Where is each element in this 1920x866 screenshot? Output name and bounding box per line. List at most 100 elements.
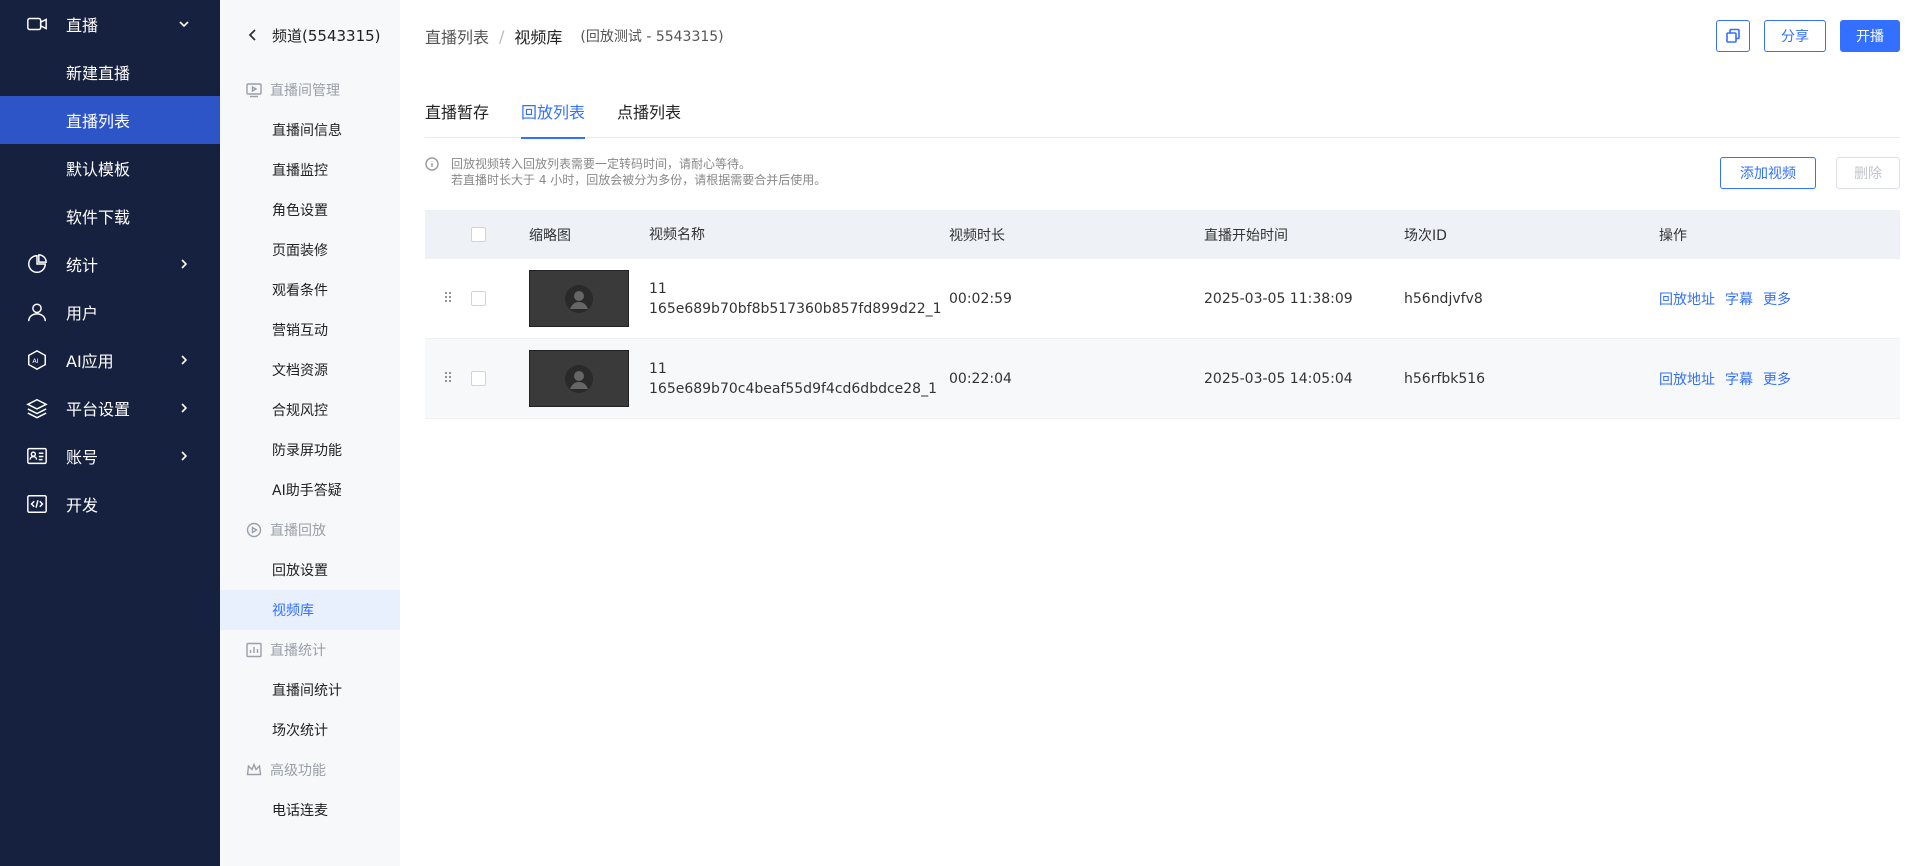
layers-icon xyxy=(26,397,48,419)
row-checkbox-cell xyxy=(471,371,529,386)
subnav-item-anti-record[interactable]: 防录屏功能 xyxy=(220,430,400,470)
nav-item-label: 账号 xyxy=(66,448,99,467)
copy-button[interactable] xyxy=(1716,20,1750,52)
bar-chart-icon xyxy=(246,642,262,658)
subnav-item-marketing[interactable]: 营销互动 xyxy=(220,310,400,350)
chevron-left-icon xyxy=(246,28,260,42)
top-actions: 分享 开播 xyxy=(1716,20,1900,52)
subnav-item-documents[interactable]: 文档资源 xyxy=(220,350,400,390)
row-checkbox[interactable] xyxy=(471,291,486,306)
nav-item-live-list[interactable]: 直播列表 xyxy=(0,96,220,144)
nav-item-label: 用户 xyxy=(66,304,99,323)
subnav-group-stats: 直播统计 xyxy=(220,630,400,670)
subnav-item-room-info[interactable]: 直播间信息 xyxy=(220,110,400,150)
breadcrumb: 直播列表 / 视频库 (回放测试 - 5543315) xyxy=(425,24,724,48)
drag-handle[interactable] xyxy=(425,370,471,388)
tab-replay-list[interactable]: 回放列表 xyxy=(521,84,586,139)
subnav-item-video-library[interactable]: 视频库 xyxy=(220,590,400,630)
subnav-item-replay-settings[interactable]: 回放设置 xyxy=(220,550,400,590)
select-all-checkbox[interactable] xyxy=(471,227,486,242)
nav-item-new-live[interactable]: 新建直播 xyxy=(0,48,220,96)
video-thumbnail[interactable] xyxy=(529,350,629,407)
subnav-group-advanced: 高级功能 xyxy=(220,750,400,790)
subtitle-link[interactable]: 字幕 xyxy=(1725,369,1753,389)
nav-item-account[interactable]: 账号 xyxy=(0,432,220,480)
header-thumbnail: 缩略图 xyxy=(529,227,571,244)
chevron-right-icon xyxy=(176,448,192,464)
nav-item-label: 开发 xyxy=(66,496,99,515)
group-title-label: 高级功能 xyxy=(270,763,326,779)
video-name-line-1: 11 xyxy=(649,360,667,377)
subnav-group-room-management: 直播间管理 xyxy=(220,70,400,110)
nav-item-stats[interactable]: 统计 xyxy=(0,240,220,288)
thumbnail-cell xyxy=(529,270,649,327)
video-name-line-1: 11 xyxy=(649,280,667,297)
nav-item-live[interactable]: 直播 xyxy=(0,0,220,48)
session-id-cell: h56ndjvfv8 xyxy=(1404,290,1483,307)
replay-url-link[interactable]: 回放地址 xyxy=(1659,369,1715,389)
video-name-cell: 11 165e689b70bf8b517360b857fd899d22_1 xyxy=(649,279,949,319)
more-link[interactable]: 更多 xyxy=(1763,289,1791,309)
video-name-cell: 11 165e689b70c4beaf55d9f4cd6dbdce28_1 xyxy=(649,359,949,399)
drag-handle-icon xyxy=(443,290,453,308)
start-live-button[interactable]: 开播 xyxy=(1840,20,1900,52)
replay-icon xyxy=(246,522,262,538)
subnav-item-session-stats[interactable]: 场次统计 xyxy=(220,710,400,750)
nav-item-software-download[interactable]: 软件下载 xyxy=(0,192,220,240)
replay-url-link[interactable]: 回放地址 xyxy=(1659,289,1715,309)
play-screen-icon xyxy=(246,82,262,98)
subnav-item-ai-assistant[interactable]: AI助手答疑 xyxy=(220,470,400,510)
channel-back-header[interactable]: 频道(5543315) xyxy=(220,0,400,70)
video-camera-icon xyxy=(26,13,48,35)
header-start-time: 直播开始时间 xyxy=(1204,227,1288,244)
subnav-item-role-settings[interactable]: 角色设置 xyxy=(220,190,400,230)
group-title-label: 直播回放 xyxy=(270,523,326,539)
video-thumbnail[interactable] xyxy=(529,270,629,327)
row-checkbox[interactable] xyxy=(471,371,486,386)
pie-chart-icon xyxy=(26,253,48,275)
share-button[interactable]: 分享 xyxy=(1764,20,1826,52)
nav-item-users[interactable]: 用户 xyxy=(0,288,220,336)
subnav-item-page-decor[interactable]: 页面装修 xyxy=(220,230,400,270)
nav-item-ai-apps[interactable]: AI AI应用 xyxy=(0,336,220,384)
avatar-placeholder-icon xyxy=(565,284,593,313)
subnav-item-live-monitor[interactable]: 直播监控 xyxy=(220,150,400,190)
table-header: 缩略图 视频名称 视频时长 直播开始时间 场次ID 操作 xyxy=(425,210,1900,259)
nav-item-default-template[interactable]: 默认模板 xyxy=(0,144,220,192)
svg-text:AI: AI xyxy=(32,357,38,365)
subnav-item-label: 直播间信息 xyxy=(272,123,342,139)
nav-item-platform-settings[interactable]: 平台设置 xyxy=(0,384,220,432)
subnav-item-label: AI助手答疑 xyxy=(272,483,342,499)
subnav-item-label: 文档资源 xyxy=(272,363,328,379)
nav-item-label: 软件下载 xyxy=(66,208,131,227)
nav-item-label: AI应用 xyxy=(66,352,114,371)
notice-line-1: 回放视频转入回放列表需要一定转码时间，请耐心等待。 xyxy=(451,157,752,171)
breadcrumb-channel-info: (回放测试 - 5543315) xyxy=(580,29,724,45)
info-icon xyxy=(425,157,439,171)
add-video-button[interactable]: 添加视频 xyxy=(1720,157,1816,189)
nav-item-label: 默认模板 xyxy=(66,160,131,179)
start-time-cell: 2025-03-05 14:05:04 xyxy=(1204,370,1353,387)
nav-item-label: 新建直播 xyxy=(66,64,131,83)
subnav-item-phone-connect[interactable]: 电话连麦 xyxy=(220,790,400,830)
tab-live-draft[interactable]: 直播暂存 xyxy=(425,84,489,138)
chevron-right-icon xyxy=(176,352,192,368)
start-time-cell: 2025-03-05 11:38:09 xyxy=(1204,290,1353,307)
nav-item-label: 直播列表 xyxy=(66,112,131,131)
operations-cell: 回放地址 字幕 更多 xyxy=(1659,289,1900,309)
breadcrumb-root-link[interactable]: 直播列表 xyxy=(425,24,489,48)
tab-vod-list[interactable]: 点播列表 xyxy=(617,84,681,138)
subnav-item-compliance[interactable]: 合规风控 xyxy=(220,390,400,430)
delete-button[interactable]: 删除 xyxy=(1836,157,1900,189)
transcode-notice: 回放视频转入回放列表需要一定转码时间，请耐心等待。 若直播时长大于 4 小时，回… xyxy=(425,156,826,188)
drag-handle[interactable] xyxy=(425,290,471,308)
subnav-item-watch-conditions[interactable]: 观看条件 xyxy=(220,270,400,310)
video-table: 缩略图 视频名称 视频时长 直播开始时间 场次ID 操作 11 165e689b… xyxy=(425,210,1900,419)
subtitle-link[interactable]: 字幕 xyxy=(1725,289,1753,309)
subnav-item-room-stats[interactable]: 直播间统计 xyxy=(220,670,400,710)
subnav-item-label: 防录屏功能 xyxy=(272,443,342,459)
more-link[interactable]: 更多 xyxy=(1763,369,1791,389)
table-row: 11 165e689b70c4beaf55d9f4cd6dbdce28_1 00… xyxy=(425,339,1900,419)
notice-text: 回放视频转入回放列表需要一定转码时间，请耐心等待。 若直播时长大于 4 小时，回… xyxy=(451,156,826,188)
nav-item-develop[interactable]: 开发 xyxy=(0,480,220,528)
